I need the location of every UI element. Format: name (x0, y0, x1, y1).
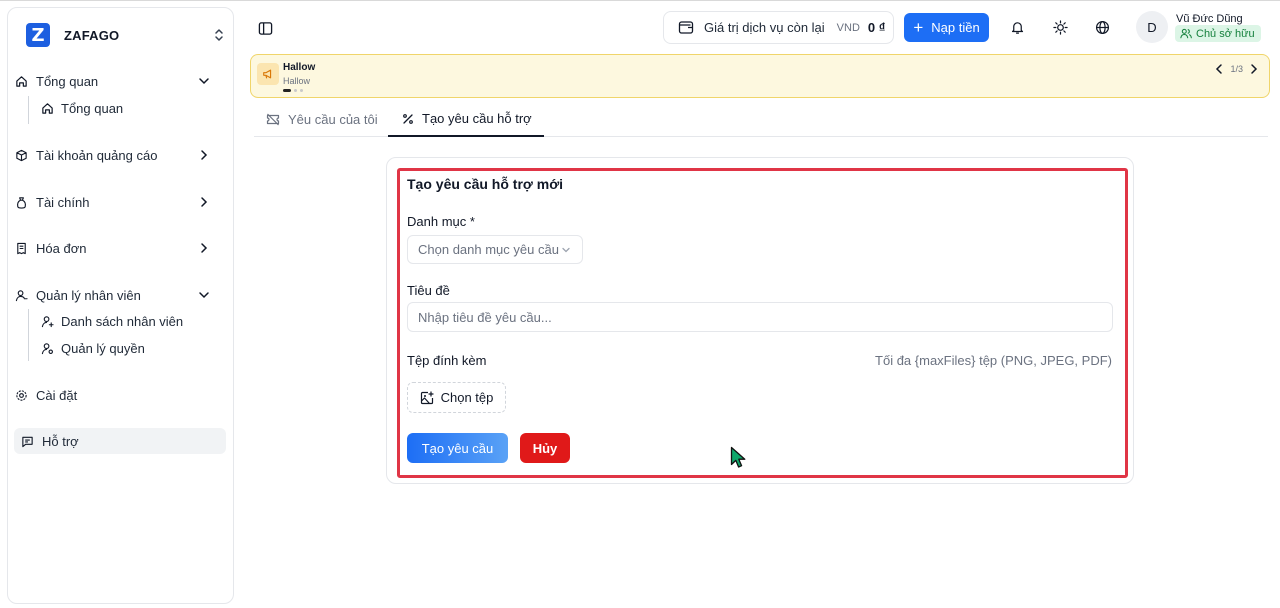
user-name: Vũ Đức Dũng (1176, 13, 1243, 25)
balance-label: Giá trị dịch vụ còn lại (704, 20, 825, 35)
plus-icon: + (913, 18, 924, 37)
announcement-page-indicator: 1/3 (1230, 64, 1243, 74)
sidebar-subitem-overview[interactable]: Tổng quan (34, 96, 224, 120)
topup-label: Nạp tiền (931, 20, 980, 35)
language-button[interactable] (1093, 18, 1111, 36)
chevron-right-icon[interactable] (1249, 63, 1259, 75)
user-key-icon (40, 341, 54, 355)
toggle-sidebar-button[interactable] (254, 17, 276, 39)
sidebar-item-label: Hỗ trợ (42, 433, 79, 449)
tab-label: Yêu cầu của tôi (288, 111, 378, 127)
category-placeholder: Chọn danh mục yêu cầu (418, 242, 559, 257)
service-balance: Giá trị dịch vụ còn lại VND 0 ₫ (663, 11, 894, 44)
announcement-pager: 1/3 (1214, 63, 1259, 75)
tab-label: Tạo yêu cầu hỗ trợ (422, 111, 532, 126)
choose-file-label: Chọn tệp (440, 390, 494, 405)
brand-name: ZAFAGO (64, 27, 120, 43)
home-icon (40, 101, 54, 115)
category-select[interactable]: Chọn danh mục yêu cầu (407, 235, 583, 264)
money-bag-icon (14, 195, 28, 209)
chevron-down-icon (199, 292, 209, 299)
home-icon (14, 74, 28, 88)
user-plus-icon (40, 314, 54, 328)
chevron-right-icon (201, 150, 208, 160)
sidebar-subitem-label: Quản lý quyền (61, 340, 145, 356)
balance-currency: VND (836, 21, 860, 34)
chevron-right-icon (201, 243, 208, 253)
top-border (0, 0, 1280, 1)
attachment-label: Tệp đính kèm (407, 353, 487, 368)
cancel-button[interactable]: Hủy (520, 433, 570, 463)
sidebar-subitem-label: Tổng quan (61, 100, 124, 116)
sidebar-item-staff-management[interactable]: Quản lý nhân viên (8, 282, 219, 308)
announcement-subtitle: Hallow (283, 76, 311, 86)
sidebar-item-support[interactable]: Hỗ trợ (14, 428, 226, 454)
percent-icon (403, 113, 413, 124)
wallet-icon (678, 21, 694, 34)
balance-amount: 0 ₫ (867, 20, 886, 35)
theme-toggle-button[interactable] (1051, 18, 1069, 36)
role-badge: Chủ sở hữu (1175, 25, 1261, 42)
tree-line (28, 96, 29, 124)
box-icon (14, 148, 28, 162)
sidebar-subitem-staff-list[interactable]: Danh sách nhân viên (34, 309, 224, 333)
sidebar-item-label: Tài chính (36, 194, 90, 210)
chevron-right-icon (201, 197, 208, 207)
sidebar-item-label: Quản lý nhân viên (36, 287, 141, 303)
subject-label: Tiêu đề (407, 283, 450, 298)
announcement-banner[interactable]: Hallow Hallow 1/3 (250, 54, 1270, 98)
sidebar-item-ad-accounts[interactable]: Tài khoản quảng cáo (8, 142, 219, 168)
users-icon (1180, 28, 1192, 39)
bell-icon (1011, 21, 1023, 34)
tab-create-request[interactable]: Tạo yêu cầu hỗ trợ (388, 102, 544, 137)
subject-input[interactable] (407, 302, 1113, 332)
announcement-pagination-dots (283, 89, 303, 92)
tab-my-requests[interactable]: Yêu cầu của tôi (266, 102, 378, 136)
support-tabs: Yêu cầu của tôi Tạo yêu cầu hỗ trợ (254, 102, 1268, 137)
sidebar-item-finance[interactable]: Tài chính (8, 189, 219, 215)
receipt-icon (14, 241, 28, 255)
category-label: Danh mục * (407, 214, 475, 229)
form-title: Tạo yêu cầu hỗ trợ mới (407, 176, 564, 192)
chevrons-up-down-icon (215, 29, 223, 41)
sidebar-item-invoices[interactable]: Hóa đơn (8, 235, 219, 261)
chevron-left-icon[interactable] (1214, 63, 1224, 75)
image-plus-icon (420, 390, 434, 404)
megaphone-icon (257, 63, 279, 85)
chevron-down-icon (199, 78, 209, 85)
ticket-off-icon (266, 113, 280, 125)
sidebar-item-label: Cài đặt (36, 387, 78, 403)
role-label: Chủ sở hữu (1196, 27, 1255, 40)
sidebar-subitem-permissions[interactable]: Quản lý quyền (34, 336, 224, 360)
globe-icon (1095, 20, 1109, 34)
sidebar-item-overview[interactable]: Tổng quan (8, 68, 219, 94)
choose-file-button[interactable]: Chọn tệp (407, 382, 506, 413)
brand-switcher[interactable]: Z ZAFAGO (26, 23, 226, 47)
sidebar-item-label: Tài khoản quảng cáo (36, 147, 158, 163)
sidebar-subitem-label: Danh sách nhân viên (61, 313, 184, 329)
sun-icon (1052, 19, 1068, 35)
sidebar-item-label: Hóa đơn (36, 240, 87, 256)
message-icon (20, 434, 34, 448)
submit-request-button[interactable]: Tạo yêu cầu (407, 433, 508, 463)
mouse-cursor-icon (730, 446, 746, 468)
brand-logo: Z (26, 23, 50, 47)
announcement-title: Hallow (283, 62, 316, 73)
avatar[interactable]: D (1136, 11, 1168, 43)
notifications-button[interactable] (1008, 18, 1026, 36)
chevron-down-icon (562, 247, 570, 253)
tree-line (28, 309, 29, 361)
sidebar-item-label: Tổng quan (36, 73, 99, 89)
sidebar-item-settings[interactable]: Cài đặt (8, 382, 219, 408)
user-icon (14, 288, 28, 302)
sidebar-icon (258, 21, 272, 35)
attachment-hint: Tối đa {maxFiles} tệp (PNG, JPEG, PDF) (875, 353, 1112, 368)
gear-icon (14, 388, 28, 402)
topup-button[interactable]: + Nạp tiền (904, 13, 989, 42)
